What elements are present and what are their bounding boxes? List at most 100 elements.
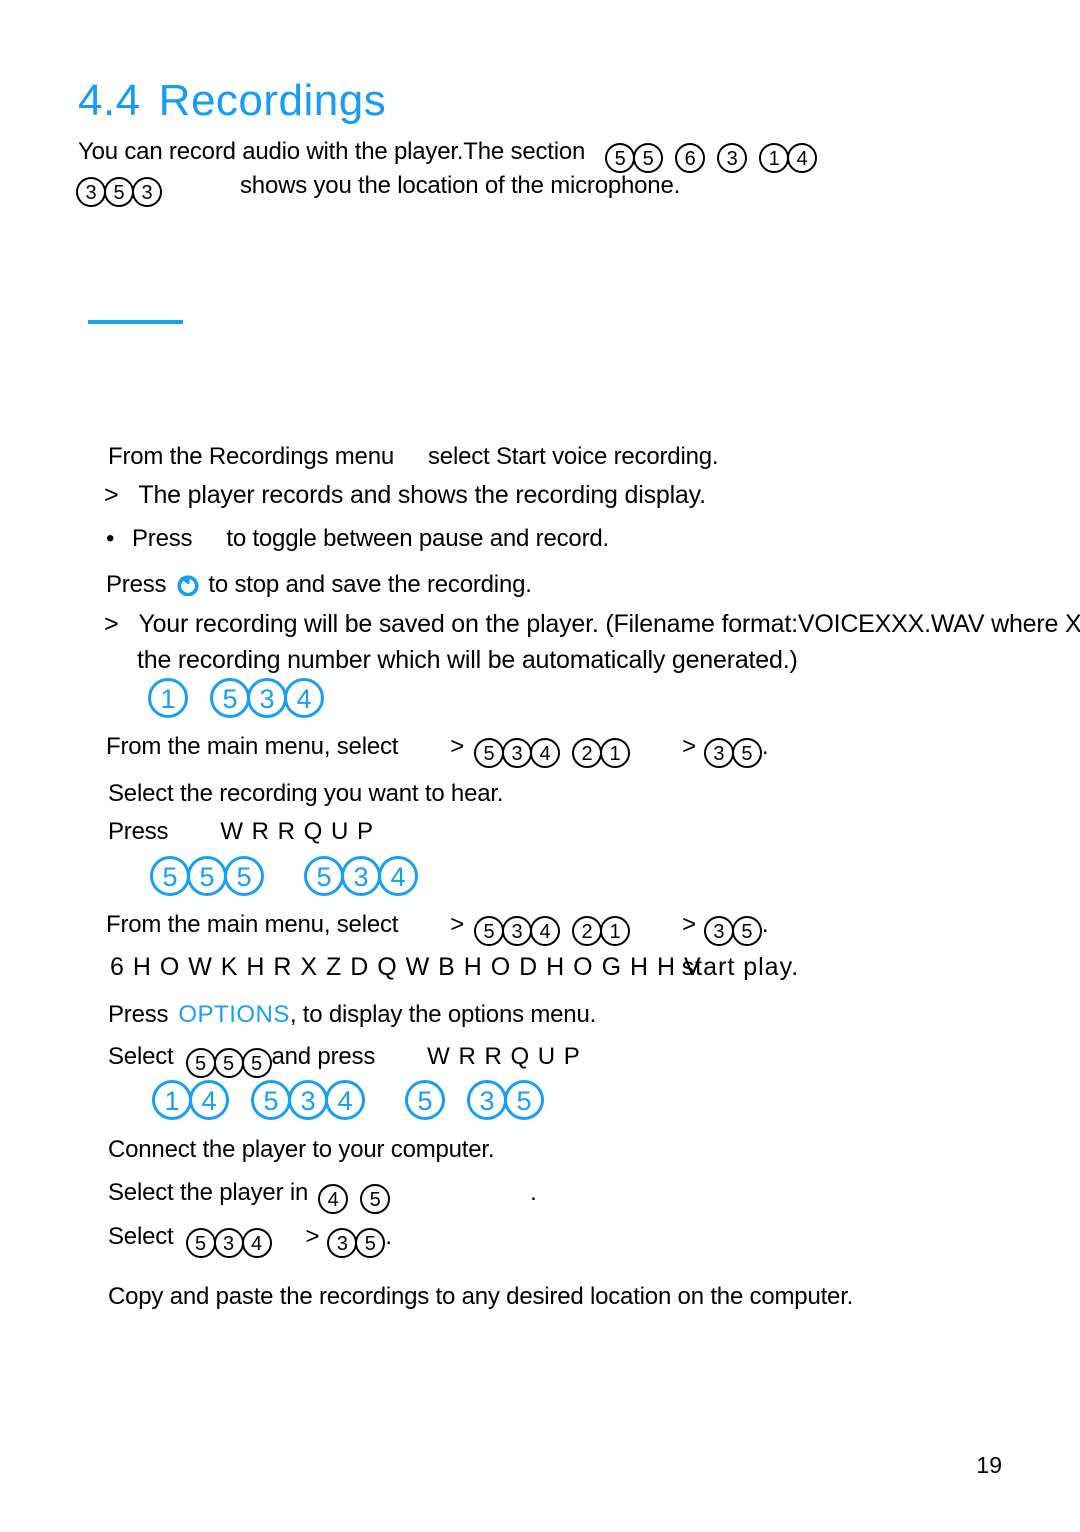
symbol-token: 5 (185, 1048, 216, 1078)
symbol-token: 5 (731, 916, 762, 946)
delete-heading-tokens: 555534 (150, 856, 418, 896)
press-options-line: Press OPTIONS, to display the options men… (108, 1003, 596, 1027)
symbol-token-blue: 5 (150, 856, 190, 896)
intro-line-1-text: You can record audio with the player.The… (78, 138, 586, 165)
connect-player-line: Connect the player to your computer. (108, 1136, 495, 1163)
select-player-in-line: Select the player in 4 5. (108, 1181, 537, 1214)
symbol-token: 4 (530, 916, 561, 946)
step-from-recordings-menu: From the Recordings menu select Start voi… (108, 443, 719, 470)
press-label: Press (132, 525, 193, 552)
select-and-press-line: Select 5 5 5 and press W R R Q U P (108, 1045, 581, 1078)
connect-player-text: Connect the player to your computer. (108, 1136, 495, 1163)
period: . (385, 1223, 392, 1250)
arrow-marker: > (450, 733, 465, 760)
symbol-token: 3 (213, 1228, 244, 1258)
symbol-token: 5 (185, 1228, 216, 1258)
bullet-toggle-pause-record: • Press to toggle between pause and record… (106, 527, 609, 551)
symbol-token: 1 (600, 738, 631, 768)
symbol-token-blue: 1 (152, 1080, 192, 1120)
from-main-menu-text: From the main menu, select (106, 911, 399, 938)
symbol-token-blue: 5 (304, 856, 344, 896)
symbol-token: 3 (327, 1228, 358, 1258)
copy-paste-text: Copy and paste the recordings to any des… (108, 1283, 854, 1310)
select-player-text: Select the player in (108, 1179, 309, 1206)
garbled-substituted-text: 6 H O W K H R X Z D Q W B H O D H O G H … (110, 953, 702, 981)
playback-from-main-menu: From the main menu, select >5 3 4 2 1 >3 5. (106, 733, 769, 768)
symbol-token: 5 (355, 1228, 386, 1258)
arrow-marker: > (305, 1223, 320, 1250)
garbled-substituted-text: W R R Q U P (220, 818, 375, 845)
result-text: The player records and shows the recordi… (138, 481, 706, 509)
symbol-token-blue: 5 (210, 678, 250, 718)
stop-record-icon (177, 574, 199, 597)
step-text-b: select Start voice recording. (428, 443, 719, 470)
symbol-token: 4 (318, 1184, 349, 1214)
symbol-token-blue: 5 (405, 1080, 445, 1120)
symbol-token: 3 (703, 916, 734, 946)
symbol-token-blue: 5 (187, 856, 227, 896)
options-button-label[interactable]: OPTIONS (178, 1001, 290, 1028)
symbol-token: 5 (241, 1048, 272, 1078)
page-title-number: 4.4 (78, 76, 141, 125)
symbol-token: 5 (474, 916, 505, 946)
symbol-token: 1 (600, 916, 631, 946)
symbol-token-blue: 3 (467, 1080, 507, 1120)
symbol-token: 3 (502, 916, 533, 946)
toggle-text: to toggle between pause and record. (226, 525, 609, 552)
symbol-token: 3 (132, 177, 162, 207)
from-main-menu-text: From the main menu, select (106, 733, 399, 760)
symbol-token: 3 (717, 143, 748, 173)
intro-line-1: You can record audio with the player.The… (78, 138, 818, 173)
symbol-token: 3 (76, 177, 106, 207)
symbol-token: 5 (633, 143, 664, 173)
symbol-token: 4 (241, 1228, 272, 1258)
arrow-marker: > (682, 733, 696, 760)
press-garbled-line-1: Press W R R Q U P (108, 820, 374, 844)
garbled-tail-text: start play. (681, 953, 800, 981)
symbol-token: 5 (731, 738, 762, 768)
arrow-marker: > (104, 610, 119, 638)
symbol-token-blue: 5 (224, 856, 264, 896)
press-stop-line: Press to stop and save the recording. (106, 573, 532, 597)
saved-text-1: Your recording will be saved on the play… (138, 610, 1080, 638)
period: . (530, 1179, 537, 1206)
symbol-token: 2 (572, 916, 603, 946)
arrow-marker: > (104, 481, 119, 509)
symbol-token-blue: 3 (247, 678, 287, 718)
symbol-token-blue: 5 (504, 1080, 544, 1120)
saved-filename-line-1: > Your recording will be saved on the pla… (104, 612, 1080, 637)
delete-from-main-menu: From the main menu, select >5 3 4 2 1 >3 5. (106, 911, 769, 946)
saved-filename-line-2: the recording number which will be autom… (137, 648, 798, 673)
symbol-token: 4 (787, 143, 818, 173)
symbol-token: 2 (572, 738, 603, 768)
step-text-a: From the Recordings menu (108, 443, 394, 470)
symbol-token-blue: 3 (341, 856, 381, 896)
period: . (761, 911, 769, 938)
symbol-token: 5 (104, 177, 134, 207)
symbol-token-blue: 4 (284, 678, 324, 718)
page-title-text: Recordings (158, 76, 387, 125)
arrow-marker: > (682, 911, 696, 938)
page-number: 19 (976, 1452, 1002, 1478)
symbol-token-blue: 4 (378, 856, 418, 896)
intro-line-2: 3 5 3 shows you the location of the microph… (76, 174, 680, 207)
symbol-token: 6 (675, 143, 706, 173)
symbol-token: 5 (605, 143, 636, 173)
arrow-marker: > (450, 911, 465, 938)
copy-paste-line: Copy and paste the recordings to any des… (108, 1285, 853, 1309)
symbol-token: 5 (474, 738, 505, 768)
symbol-token-blue: 4 (325, 1080, 365, 1120)
symbol-token: 3 (502, 738, 533, 768)
page-title: 4.4 Recordings (78, 76, 386, 126)
select-label: Select (108, 1043, 174, 1070)
saved-text-2: the recording number which will be autom… (137, 646, 798, 674)
playback-heading-tokens: 1534 (148, 678, 324, 718)
symbol-token-blue: 4 (189, 1080, 229, 1120)
period: . (761, 733, 769, 760)
select-tokens-line: Select 5 3 4 >3 5. (108, 1225, 392, 1258)
symbol-token-blue: 1 (148, 678, 188, 718)
select-recording-line: Select the recording you want to hear. (108, 782, 504, 806)
press-label: Press (108, 1001, 169, 1028)
garbled-substituted-text: W R R Q U P (427, 1043, 581, 1070)
press-label: Press (108, 818, 169, 845)
